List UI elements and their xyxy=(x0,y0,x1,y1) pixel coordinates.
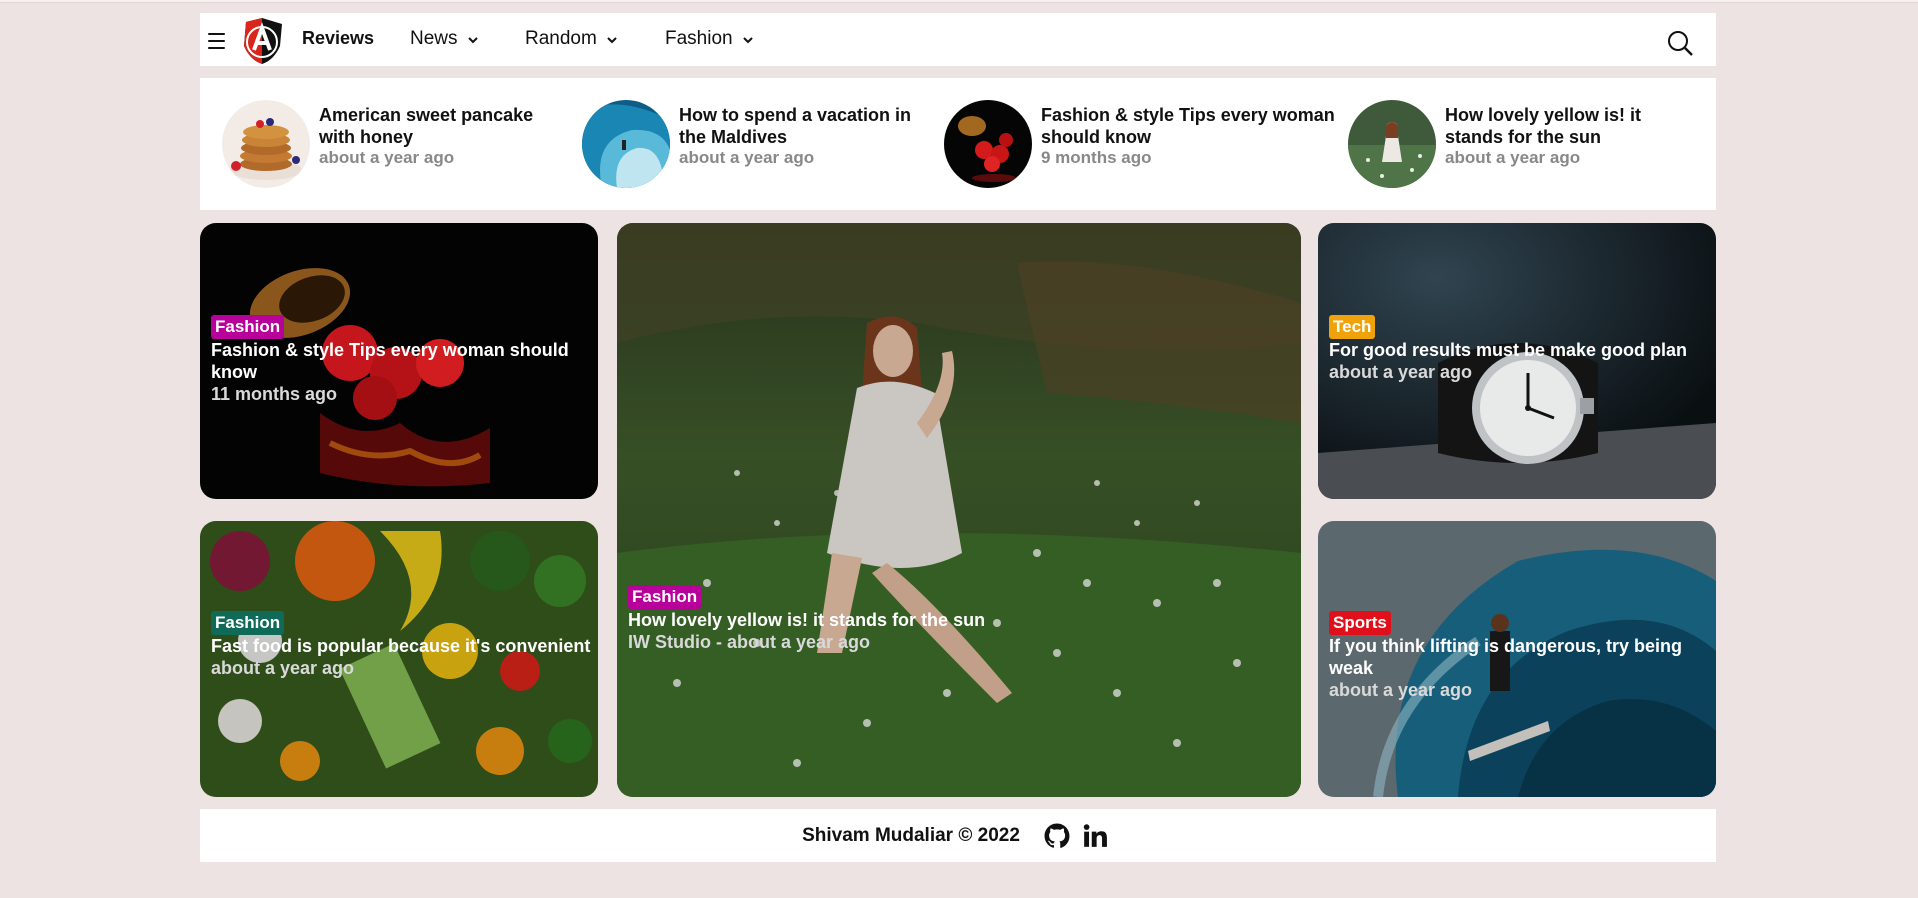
card-title: How lovely yellow is! it stands for the … xyxy=(628,610,986,630)
footer-copyright: Shivam Mudaliar © 2022 xyxy=(802,824,1020,846)
card-overlay: Fashion Fashion & style Tips every woman… xyxy=(211,315,591,405)
trending-title: How lovely yellow is! it stands for the … xyxy=(1445,105,1642,147)
post-card[interactable]: Sports If you think lifting is dangerous… xyxy=(1318,521,1716,797)
trending-strip: American sweet pancake with honey about … xyxy=(200,78,1716,210)
card-overlay: Sports If you think lifting is dangerous… xyxy=(1329,611,1704,701)
nav-item-label: Random xyxy=(525,28,597,49)
trending-date: 9 months ago xyxy=(1041,148,1152,167)
trending-item[interactable]: How lovely yellow is! it stands for the … xyxy=(1348,100,1688,190)
nav-item-news[interactable]: News xyxy=(410,28,478,50)
card-date: about a year ago xyxy=(211,658,355,678)
nav-item-random[interactable]: Random xyxy=(525,28,617,50)
trending-thumbnail xyxy=(1348,100,1436,188)
trending-date: about a year ago xyxy=(1445,148,1581,167)
nav-item-label: Fashion xyxy=(665,28,733,49)
hamburger-menu-icon[interactable] xyxy=(208,33,225,49)
chevron-down-icon xyxy=(467,36,478,43)
card-image xyxy=(617,223,1301,797)
github-icon[interactable] xyxy=(1044,823,1070,849)
trending-item[interactable]: Fashion & style Tips every woman should … xyxy=(944,100,1344,190)
card-date: about a year ago xyxy=(1329,680,1473,700)
trending-title: American sweet pancake with honey xyxy=(319,105,534,147)
trending-title: How to spend a vacation in the Maldives xyxy=(679,105,912,147)
card-overlay: Tech For good results must be make good … xyxy=(1329,315,1714,383)
category-badge[interactable]: Sports xyxy=(1329,611,1391,635)
logo-icon[interactable] xyxy=(236,16,288,66)
card-date: 11 months ago xyxy=(211,384,338,404)
trending-thumbnail xyxy=(222,100,310,188)
linkedin-icon[interactable] xyxy=(1082,823,1108,849)
post-card[interactable]: Fashion Fast food is popular because it'… xyxy=(200,521,598,797)
trending-thumbnail xyxy=(944,100,1032,188)
card-overlay: Fashion Fast food is popular because it'… xyxy=(211,611,596,679)
nav-item-fashion[interactable]: Fashion xyxy=(665,28,753,50)
nav-item-label: News xyxy=(410,28,458,49)
category-badge[interactable]: Fashion xyxy=(211,315,285,339)
post-card[interactable]: Tech For good results must be make good … xyxy=(1318,223,1716,499)
trending-item[interactable]: American sweet pancake with honey about … xyxy=(222,100,562,190)
card-title: Fast food is popular because it's conven… xyxy=(211,636,591,656)
featured-post-card[interactable]: Fashion How lovely yellow is! it stands … xyxy=(617,223,1301,797)
card-title: Fashion & style Tips every woman should … xyxy=(211,340,569,382)
post-card[interactable]: Fashion Fashion & style Tips every woman… xyxy=(200,223,598,499)
card-title: If you think lifting is dangerous, try b… xyxy=(1329,636,1683,678)
card-date: about a year ago xyxy=(1329,362,1473,382)
card-title: For good results must be make good plan xyxy=(1329,340,1688,360)
category-badge[interactable]: Fashion xyxy=(211,611,285,635)
chevron-down-icon xyxy=(742,36,753,43)
trending-item[interactable]: How to spend a vacation in the Maldives … xyxy=(582,100,922,190)
footer: Shivam Mudaliar © 2022 xyxy=(200,809,1716,862)
card-date: IW Studio - about a year ago xyxy=(628,632,871,652)
card-overlay: Fashion How lovely yellow is! it stands … xyxy=(628,585,988,653)
trending-date: about a year ago xyxy=(319,148,455,167)
trending-title: Fashion & style Tips every woman should … xyxy=(1041,105,1335,147)
search-icon[interactable] xyxy=(1666,29,1694,57)
trending-thumbnail xyxy=(582,100,670,188)
brand-link[interactable]: Reviews xyxy=(302,28,374,49)
navbar: Reviews News Random Fashion xyxy=(200,13,1716,66)
chevron-down-icon xyxy=(607,36,617,43)
top-border xyxy=(0,0,1918,3)
trending-date: about a year ago xyxy=(679,148,815,167)
category-badge[interactable]: Fashion xyxy=(628,585,702,609)
category-badge[interactable]: Tech xyxy=(1329,315,1376,339)
